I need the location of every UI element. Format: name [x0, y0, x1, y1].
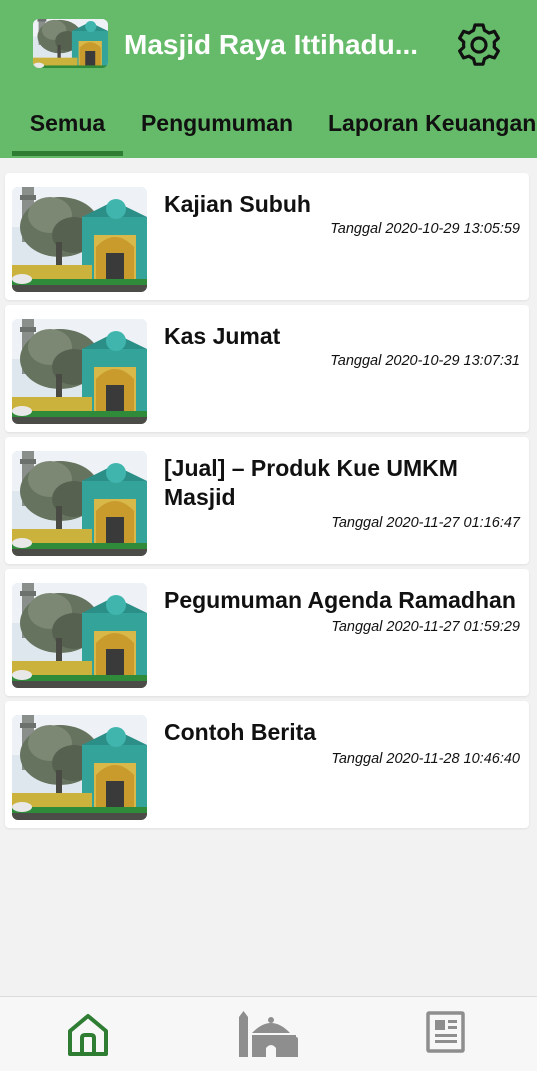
post-title: Contoh Berita [164, 719, 317, 745]
tab-semua[interactable]: Semua [12, 100, 123, 158]
post-card[interactable]: [Jual] – Produk Kue UMKM Masjid Tanggal … [5, 437, 529, 564]
post-date: Tanggal 2020-11-27 01:16:47 [331, 515, 520, 531]
post-date: Tanggal 2020-11-27 01:59:29 [331, 619, 520, 635]
post-thumbnail [12, 187, 147, 292]
newspaper-icon[interactable] [426, 1011, 476, 1059]
home-icon[interactable] [63, 1011, 113, 1059]
tab-bar: Semua Pengumuman Laporan Keuangan [0, 100, 537, 158]
post-card[interactable]: Kajian Subuh Tanggal 2020-10-29 13:05:59 [5, 173, 529, 300]
mosque-logo-icon [33, 19, 108, 68]
post-date: Tanggal 2020-10-29 13:07:31 [330, 353, 520, 369]
mosque-icon[interactable] [238, 1011, 298, 1059]
post-title: Kas Jumat [164, 323, 281, 349]
post-card[interactable]: Pegumuman Agenda Ramadhan Tanggal 2020-1… [5, 569, 529, 696]
post-thumbnail [12, 451, 147, 556]
tab-pengumuman[interactable]: Pengumuman [136, 100, 298, 158]
post-title: [Jual] – Produk Kue UMKM Masjid [164, 455, 458, 510]
post-title: Kajian Subuh [164, 191, 311, 217]
app-bar: Masjid Raya Ittihadu... Semua Pengumuman… [0, 0, 537, 158]
post-card[interactable]: Contoh Berita Tanggal 2020-11-28 10:46:4… [5, 701, 529, 828]
post-date: Tanggal 2020-11-28 10:46:40 [331, 751, 520, 767]
post-card[interactable]: Kas Jumat Tanggal 2020-10-29 13:07:31 [5, 305, 529, 432]
post-list: Kajian Subuh Tanggal 2020-10-29 13:05:59… [5, 173, 529, 833]
active-tab-indicator [12, 151, 123, 156]
bottom-navigation [0, 996, 537, 1071]
post-thumbnail [12, 715, 147, 820]
app-title: Masjid Raya Ittihadu... [124, 29, 419, 60]
tab-laporan-keuangan[interactable]: Laporan Keuangan [322, 100, 537, 158]
post-thumbnail [12, 583, 147, 688]
gear-icon[interactable] [454, 20, 504, 70]
post-thumbnail [12, 319, 147, 424]
post-title: Pegumuman Agenda Ramadhan [164, 587, 516, 613]
post-date: Tanggal 2020-10-29 13:05:59 [330, 221, 520, 237]
